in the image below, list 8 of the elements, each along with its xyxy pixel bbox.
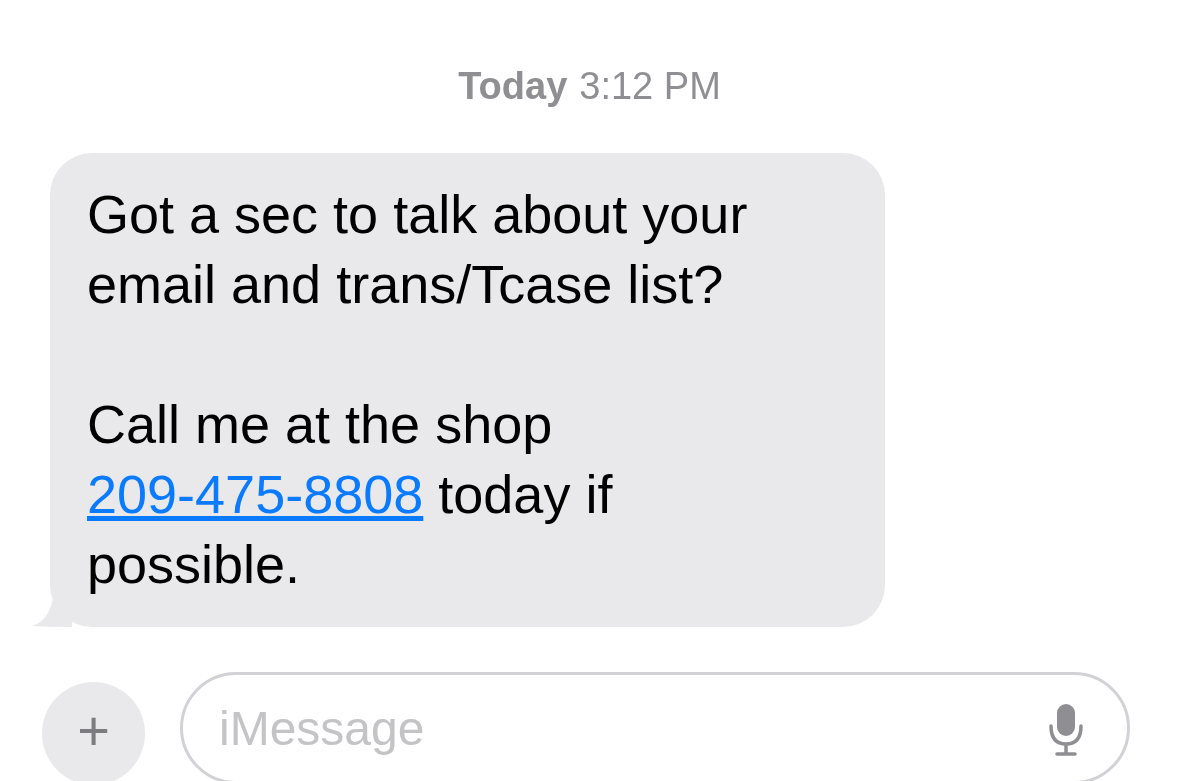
add-button[interactable]: + bbox=[42, 682, 145, 781]
message-text: Got a sec to talk about your email and trans/Tcase list? bbox=[87, 183, 749, 316]
day-label: Today bbox=[458, 64, 568, 109]
time-label: 3:12 PM bbox=[579, 64, 721, 109]
microphone-icon[interactable] bbox=[1048, 702, 1084, 758]
message-text: Call me at the shop 209-475-8808 today if possible. bbox=[87, 393, 614, 596]
message-field[interactable]: iMessage bbox=[180, 672, 1130, 781]
phone-link[interactable]: 209-475-8808 bbox=[87, 464, 424, 524]
